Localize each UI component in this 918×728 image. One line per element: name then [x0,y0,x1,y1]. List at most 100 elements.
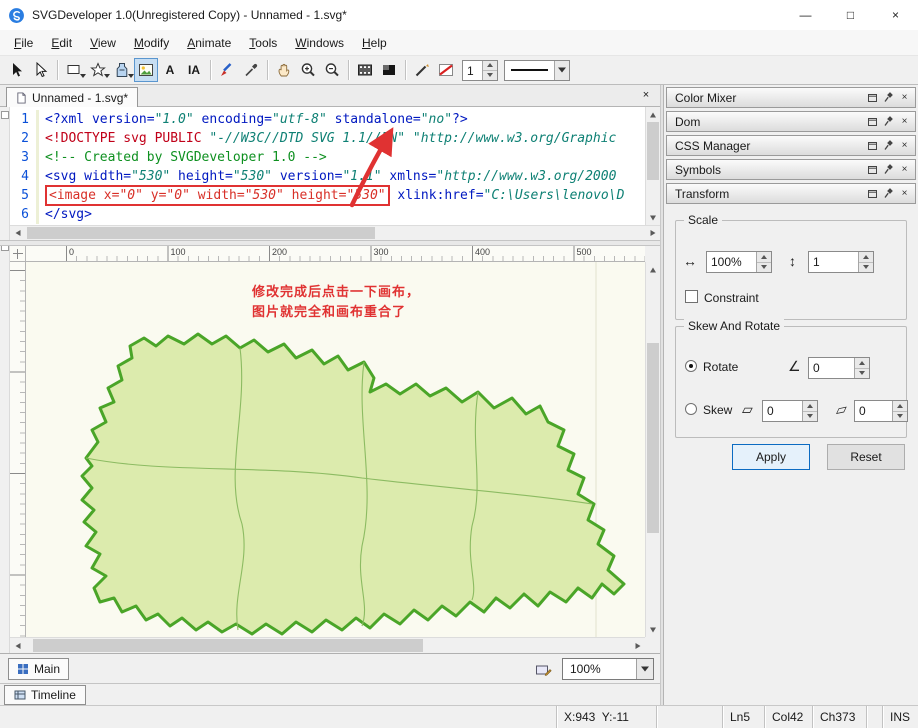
minimize-button[interactable]: — [783,0,828,30]
maximize-button[interactable]: □ [828,0,873,30]
rectangle-tool-button[interactable] [62,58,86,82]
tab-timeline[interactable]: Timeline [4,685,86,705]
canvas-vertical-scrollbar[interactable] [645,262,660,637]
close-icon[interactable]: × [897,186,912,201]
hand-tool-button[interactable] [272,58,296,82]
scroll-left-icon[interactable] [10,226,25,240]
spinner-down-icon[interactable] [757,261,771,272]
scroll-left-icon[interactable] [10,638,25,653]
eyedropper-tool-button[interactable] [239,58,263,82]
scroll-thumb[interactable] [27,227,375,239]
float-icon[interactable] [865,138,880,153]
rotate-radio[interactable] [685,360,697,372]
close-icon[interactable]: × [897,114,912,129]
image-tool-button[interactable] [134,58,158,82]
close-icon[interactable]: × [897,162,912,177]
code-editor[interactable]: 1 <?xml version="1.0" encoding="utf-8" st… [10,107,660,225]
skew-x-spinner[interactable]: 0 [762,400,818,422]
scroll-down-icon[interactable] [646,210,660,225]
menu-edit[interactable]: Edit [42,32,81,54]
pin-icon[interactable] [881,138,896,153]
menu-modify[interactable]: Modify [125,32,178,54]
spinner-down-icon[interactable] [855,367,869,378]
zoom-in-tool-button[interactable] [296,58,320,82]
menu-windows[interactable]: Windows [286,32,353,54]
scroll-track[interactable] [646,277,660,622]
zoom-value[interactable]: 100% [563,662,636,676]
spinner-down-icon[interactable] [483,69,497,80]
pin-icon[interactable] [881,162,896,177]
pin-icon[interactable] [881,90,896,105]
spinner-down-icon[interactable] [803,410,817,421]
animation-tool-button[interactable] [353,58,377,82]
code-line[interactable]: 4 <svg width="530" height="530" version="… [10,167,645,186]
spinner-buttons[interactable] [858,252,873,272]
scroll-right-icon[interactable] [630,638,645,653]
scroll-track[interactable] [25,226,645,240]
spinner-up-icon[interactable] [483,60,497,70]
stroke-width-value[interactable]: 1 [463,61,482,80]
float-icon[interactable] [865,114,880,129]
rotate-value[interactable]: 0 [809,358,854,378]
scroll-down-icon[interactable] [646,622,660,637]
tab-close-icon[interactable]: × [638,87,654,103]
scale-y-spinner[interactable]: 1 [808,251,874,273]
spinner-up-icon[interactable] [757,252,771,262]
panel-header-css-manager[interactable]: CSS Manager × [666,135,916,156]
code-line[interactable]: 3 <!-- Created by SVGDeveloper 1.0 --> [10,148,645,167]
spinner-buttons[interactable] [756,252,771,272]
close-icon[interactable]: × [897,90,912,105]
menu-file[interactable]: File [5,32,42,54]
panel-header-dom[interactable]: Dom × [666,111,916,132]
dropdown-arrow-icon[interactable] [554,60,569,80]
menu-help[interactable]: Help [353,32,396,54]
scroll-thumb[interactable] [647,122,659,180]
stroke-width-spinner[interactable]: 1 [462,59,498,81]
paintbrush-tool-button[interactable] [215,58,239,82]
spinner-buttons[interactable] [854,358,869,378]
zoom-dropdown[interactable]: 100% [562,658,654,680]
code-line[interactable]: 2 <!DOCTYPE svg PUBLIC "-//W3C//DTD SVG 1… [10,129,645,148]
select-tool-button[interactable] [5,58,29,82]
spinner-buttons[interactable] [482,60,497,80]
document-tab[interactable]: Unnamed - 1.svg* [6,87,139,107]
canvas-horizontal-scrollbar[interactable] [10,637,645,653]
collapse-icon[interactable] [1,111,9,119]
scroll-right-icon[interactable] [645,226,660,240]
scroll-up-icon[interactable] [646,107,660,122]
text-tool-button[interactable]: A [158,58,182,82]
code-horizontal-scrollbar[interactable] [10,225,660,240]
spinner-up-icon[interactable] [803,401,817,411]
apply-button[interactable]: Apply [732,444,810,470]
constraint-checkbox[interactable] [685,290,698,303]
code-line[interactable]: 1 <?xml version="1.0" encoding="utf-8" st… [10,110,645,129]
code-vertical-scrollbar[interactable] [645,107,660,225]
menu-tools[interactable]: Tools [240,32,286,54]
pin-icon[interactable] [881,186,896,201]
menu-view[interactable]: View [81,32,125,54]
scroll-track[interactable] [646,122,660,210]
panel-header-symbols[interactable]: Symbols × [666,159,916,180]
spinner-up-icon[interactable] [855,358,869,368]
pin-icon[interactable] [881,114,896,129]
stroke-style-dropdown[interactable] [504,59,570,81]
stroke-color-button[interactable] [434,58,458,82]
scroll-thumb[interactable] [33,639,423,652]
star-tool-button[interactable] [86,58,110,82]
color-swatch-button[interactable] [377,58,401,82]
float-icon[interactable] [865,186,880,201]
stroke-tool-button[interactable] [410,58,434,82]
code-line[interactable]: 6 </svg> [10,205,645,224]
scroll-up-icon[interactable] [646,262,660,277]
spinner-buttons[interactable] [892,401,907,421]
close-icon[interactable]: × [897,138,912,153]
direct-select-tool-button[interactable] [29,58,53,82]
skew-radio[interactable] [685,403,697,415]
spinner-down-icon[interactable] [859,261,873,272]
reset-button[interactable]: Reset [827,444,905,470]
panel-header-transform[interactable]: Transform × [666,183,916,204]
spinner-buttons[interactable] [802,401,817,421]
menu-animate[interactable]: Animate [178,32,240,54]
code-line[interactable]: 5 <image x="0" y="0" width="530" height="… [10,185,645,206]
close-button[interactable]: × [873,0,918,30]
